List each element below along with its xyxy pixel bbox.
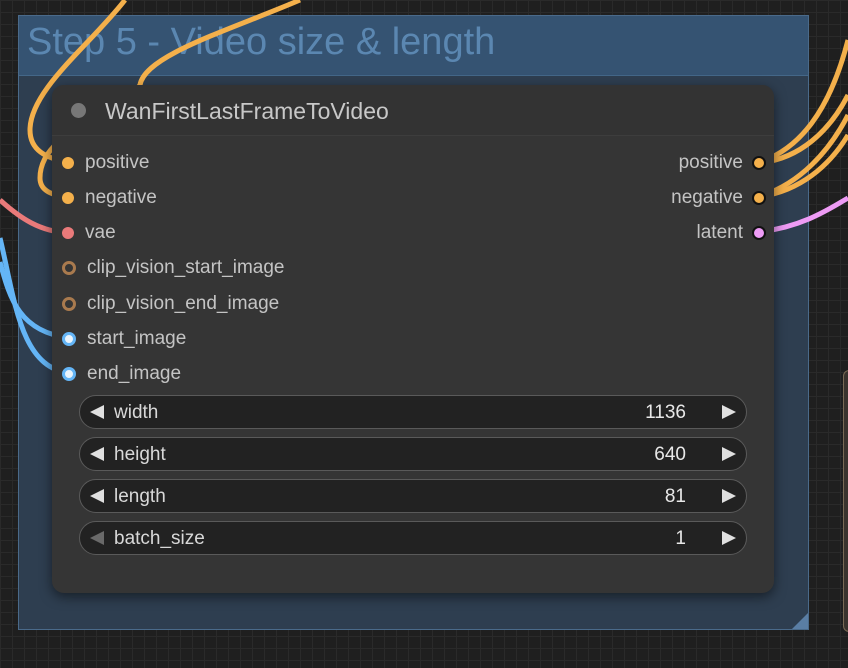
widget-value[interactable]: 1 [675,528,686,550]
output-slot-positive[interactable]: positive [679,151,766,175]
triangle-right-icon[interactable] [722,489,736,503]
input-label: clip_vision_start_image [87,257,285,278]
input-slot-positive[interactable]: positive [62,151,149,175]
input-slot-vae[interactable]: vae [62,221,116,245]
widget-width[interactable]: width 1136 [79,395,747,429]
input-slot-end-image[interactable]: end_image [62,362,181,386]
widget-label: height [114,444,166,465]
output-slot-negative[interactable]: negative [671,186,766,210]
input-label: positive [85,152,150,173]
input-slot-clip-vision-start-image[interactable]: clip_vision_start_image [62,256,285,280]
input-label: vae [85,222,116,243]
input-dot-clip-vision-end-icon[interactable] [62,297,76,311]
output-dot-positive-icon[interactable] [752,156,766,170]
group-title: Step 5 - Video size & length [27,21,496,63]
input-dot-vae-icon[interactable] [62,227,74,239]
triangle-left-icon[interactable] [90,531,104,545]
output-label: negative [671,187,743,208]
input-label: end_image [87,363,182,384]
triangle-right-icon[interactable] [722,447,736,461]
output-dot-latent-icon[interactable] [752,226,766,240]
widget-label: length [114,486,166,507]
group-resize-handle[interactable] [792,613,808,629]
circle-collapse-icon[interactable] [71,103,86,118]
triangle-left-icon[interactable] [90,405,104,419]
input-slot-clip-vision-end-image[interactable]: clip_vision_end_image [62,292,279,316]
triangle-right-icon[interactable] [722,405,736,419]
input-slot-negative[interactable]: negative [62,186,157,210]
widget-label: batch_size [114,528,205,549]
widget-length[interactable]: length 81 [79,479,747,513]
triangle-right-icon[interactable] [722,531,736,545]
output-label: positive [678,152,743,173]
input-slot-start-image[interactable]: start_image [62,327,186,351]
triangle-left-icon[interactable] [90,447,104,461]
widget-value[interactable]: 81 [665,486,686,508]
input-dot-negative-icon[interactable] [62,192,74,204]
input-label: clip_vision_end_image [87,293,280,314]
workflow-canvas[interactable]: Step 5 - Video size & length WanFirstLas… [0,0,848,668]
input-dot-positive-icon[interactable] [62,157,74,169]
node-title-bar[interactable]: WanFirstLastFrameToVideo [52,85,774,136]
output-label: latent [696,222,743,243]
input-label: start_image [87,328,187,349]
group-header[interactable]: Step 5 - Video size & length [19,16,808,76]
input-dot-end-image-icon[interactable] [62,367,76,381]
input-label: negative [85,187,157,208]
widget-batch-size[interactable]: batch_size 1 [79,521,747,555]
widget-value[interactable]: 1136 [645,402,686,424]
widget-label: width [114,402,159,423]
widget-height[interactable]: height 640 [79,437,747,471]
widget-value[interactable]: 640 [654,444,686,466]
triangle-left-icon[interactable] [90,489,104,503]
input-dot-clip-vision-start-icon[interactable] [62,261,76,275]
output-slot-latent[interactable]: latent [697,221,766,245]
input-dot-start-image-icon[interactable] [62,332,76,346]
node-title: WanFirstLastFrameToVideo [105,98,389,124]
wan-first-last-frame-node[interactable]: WanFirstLastFrameToVideo positive negati… [52,85,774,593]
adjacent-node-edge[interactable] [843,370,848,632]
output-dot-negative-icon[interactable] [752,191,766,205]
